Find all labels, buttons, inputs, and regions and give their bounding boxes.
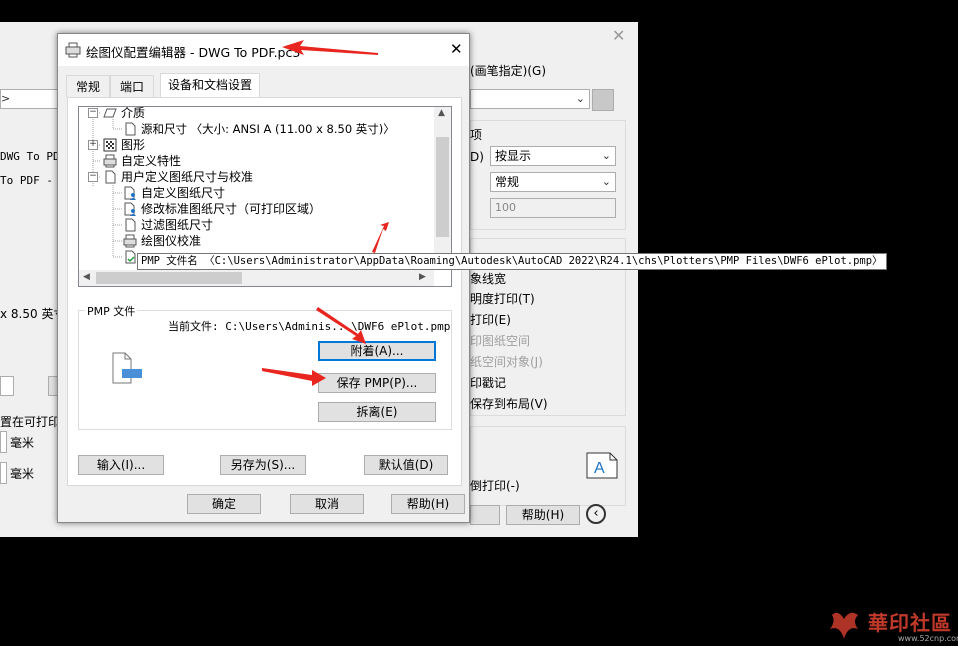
orientation-icon: A bbox=[586, 451, 618, 479]
pmp-document-icon bbox=[110, 351, 146, 385]
dialog-title: 绘图仪配置编辑器 - DWG To PDF.pc3 bbox=[86, 45, 301, 60]
printer-desc: To PDF - bbox=[0, 174, 53, 187]
tree-item-plotter-calibration[interactable]: 绘图仪校准 bbox=[123, 233, 201, 249]
watermark: 華印社區 www.52cnp.com bbox=[826, 607, 958, 645]
tree-item-media[interactable]: 介质 bbox=[103, 107, 145, 121]
title-bar: 绘图仪配置编辑器 - DWG To PDF.pc3 ✕ bbox=[58, 34, 469, 66]
tree-item-source-size[interactable]: 源和尺寸 〈大小: ANSI A (11.00 x 8.50 英寸)〉 bbox=[123, 121, 395, 137]
tree-item-custom-paper[interactable]: 自定义图纸尺寸 bbox=[123, 185, 225, 201]
collapse-icon[interactable]: − bbox=[88, 172, 98, 182]
cancel-button[interactable]: 取消 bbox=[290, 494, 364, 514]
attach-button[interactable]: 附着(A)... bbox=[318, 341, 436, 361]
scale-field-2[interactable] bbox=[0, 462, 7, 484]
group-label: 项 bbox=[470, 128, 483, 142]
save-pmp-button[interactable]: 保存 PMP(P)... bbox=[318, 373, 436, 393]
scroll-left-icon[interactable]: ◀ bbox=[83, 272, 90, 282]
tree-item-custom-properties[interactable]: 自定义特性 bbox=[103, 153, 181, 169]
expand-icon[interactable]: + bbox=[88, 140, 98, 150]
detach-button[interactable]: 拆离(E) bbox=[318, 402, 436, 422]
pmp-path-tooltip: PMP 文件名 〈C:\Users\Administrator\AppData\… bbox=[137, 253, 887, 270]
ok-button[interactable]: 确定 bbox=[187, 494, 261, 514]
paper-size-text: x 8.50 英寸 bbox=[0, 307, 66, 321]
pmp-file-icon bbox=[123, 250, 137, 264]
defaults-button[interactable]: 默认值(D) bbox=[364, 455, 448, 475]
save-as-button[interactable]: 另存为(S)... bbox=[220, 455, 306, 475]
edit-style-icon[interactable] bbox=[592, 89, 614, 111]
page-icon bbox=[123, 122, 137, 136]
option-lineweights[interactable]: 象线宽 bbox=[470, 270, 506, 287]
shade-select[interactable]: 按显示 ⌄ bbox=[490, 146, 616, 166]
tree-item-graphics[interactable]: 图形 bbox=[103, 137, 145, 153]
option-save-layout[interactable]: 保存到布局(V) bbox=[470, 395, 548, 412]
scroll-right-icon[interactable]: ▶ bbox=[419, 272, 426, 282]
scroll-up-icon[interactable]: ▲ bbox=[438, 108, 445, 118]
left-small-combo[interactable] bbox=[0, 376, 14, 396]
option-styles[interactable]: 打印(E) bbox=[470, 311, 511, 328]
tree-hscrollbar[interactable]: ◀ ▶ bbox=[79, 270, 434, 286]
bg-help-button[interactable]: 帮助(H) bbox=[506, 505, 580, 525]
tree-item-filter-paper[interactable]: 过滤图纸尺寸 bbox=[123, 217, 213, 233]
upside-down-label[interactable]: 倒打印(-) bbox=[470, 477, 520, 494]
option-transparency[interactable]: 明度打印(T) bbox=[470, 290, 535, 307]
unit-label-1: 毫米 bbox=[10, 436, 35, 450]
pen-assign-label: (画笔指定)(G) bbox=[470, 64, 547, 78]
watermark-logo-icon bbox=[830, 612, 858, 639]
option-stamp[interactable]: 印戳记 bbox=[470, 374, 506, 391]
shade-label: D) bbox=[470, 150, 484, 164]
dpi-field[interactable]: 100 bbox=[490, 198, 616, 218]
vscroll-thumb[interactable] bbox=[436, 137, 449, 237]
collapse-icon[interactable]: − bbox=[88, 108, 98, 118]
tree-vscrollbar[interactable]: ▲ ▼ bbox=[434, 107, 451, 270]
current-file-label: 当前文件: C:\Users\Adminis...\DWF6 ePlot.pmp bbox=[168, 320, 451, 333]
watermark-text: 華印社區 bbox=[868, 611, 952, 635]
plotter-icon bbox=[65, 42, 81, 58]
fit-label: 置在可打印 bbox=[0, 415, 61, 429]
plot-style-select[interactable]: ⌄ bbox=[470, 89, 590, 109]
quality-select[interactable]: 常规 ⌄ bbox=[490, 172, 616, 192]
paper-user-icon bbox=[123, 202, 137, 216]
pmp-group-label: PMP 文件 bbox=[85, 303, 138, 319]
import-button[interactable]: 输入(I)... bbox=[78, 455, 164, 475]
close-icon[interactable]: ✕ bbox=[612, 26, 625, 45]
printer-icon bbox=[103, 154, 117, 168]
tab-port[interactable]: 端口 bbox=[110, 75, 154, 97]
collapse-icon[interactable]: ‹ bbox=[586, 504, 606, 524]
page-icon bbox=[103, 170, 117, 184]
paper-user-icon bbox=[123, 186, 137, 200]
left-combo[interactable]: > bbox=[0, 89, 58, 109]
graphics-icon bbox=[103, 138, 117, 152]
close-icon[interactable]: ✕ bbox=[450, 40, 463, 58]
option-hide-objects[interactable]: 纸空间对象(J) bbox=[470, 353, 543, 370]
unit-label-2: 毫米 bbox=[10, 467, 35, 481]
option-paperspace-last[interactable]: 印图纸空间 bbox=[470, 332, 530, 349]
bg-button[interactable] bbox=[470, 505, 500, 525]
tree-item-modify-paper[interactable]: 修改标准图纸尺寸（可打印区域） bbox=[123, 201, 321, 217]
scale-field-1[interactable] bbox=[0, 431, 7, 453]
watermark-url: www.52cnp.com bbox=[898, 634, 958, 643]
tab-device-settings[interactable]: 设备和文档设置 bbox=[160, 73, 260, 98]
tree-item-user-defined[interactable]: 用户定义图纸尺寸与校准 bbox=[103, 169, 253, 185]
tab-panel: − + − 介质 源和尺寸 〈大小: ANSI A (11.00 x 8.50 … bbox=[67, 97, 462, 486]
help-button[interactable]: 帮助(H) bbox=[391, 494, 465, 514]
tab-general[interactable]: 常规 bbox=[66, 75, 110, 97]
hscroll-thumb[interactable] bbox=[96, 272, 242, 284]
plotter-config-dialog: 绘图仪配置编辑器 - DWG To PDF.pc3 ✕ 常规 端口 设备和文档设… bbox=[57, 33, 470, 523]
page-icon bbox=[123, 218, 137, 232]
media-icon bbox=[103, 107, 117, 120]
svg-text:A: A bbox=[594, 460, 605, 477]
printer-icon bbox=[123, 234, 137, 248]
